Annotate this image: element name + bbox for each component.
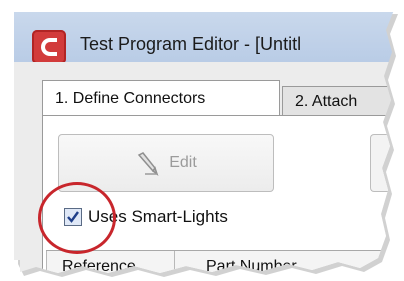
pencil-icon <box>137 152 159 176</box>
tab-label: 2. Attach <box>295 92 358 110</box>
app-logo-icon <box>32 30 66 64</box>
tab-define-connectors[interactable]: 1. Define Connectors <box>42 80 280 116</box>
tab-attach[interactable]: 2. Attach <box>282 86 392 116</box>
edit-button-label: Edit <box>169 154 197 171</box>
column-separator <box>46 251 47 273</box>
highlight-circle <box>38 182 116 254</box>
window-title: Test Program Editor - [Untitl <box>80 34 302 54</box>
screenshot-frame: Test Program Editor - [Untitl 1. Define … <box>0 0 404 281</box>
tab-label: 1. Define Connectors <box>55 89 206 107</box>
